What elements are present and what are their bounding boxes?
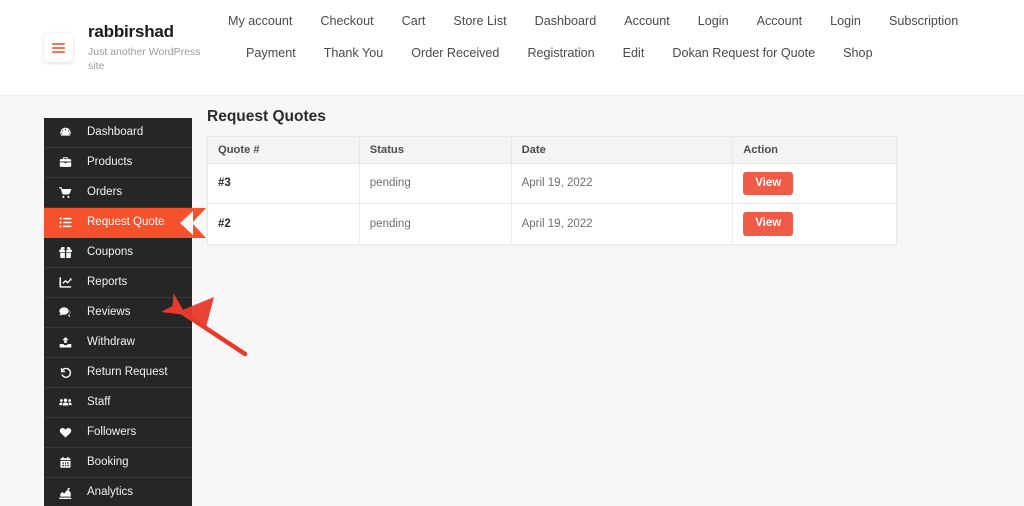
gift-icon: [59, 246, 81, 259]
nav-item-order-received[interactable]: Order Received: [411, 46, 499, 60]
page-title: Request Quotes: [207, 108, 326, 125]
heart-icon: [59, 426, 81, 439]
hamburger-icon: [52, 42, 65, 53]
cell-quote-number: #3: [207, 163, 360, 205]
nav-item-dokan-request-for-quote[interactable]: Dokan Request for Quote: [672, 46, 815, 60]
comments-icon: [59, 306, 81, 319]
sidebar-item-label: Reports: [87, 275, 128, 288]
sidebar-item-staff[interactable]: Staff: [44, 388, 192, 418]
briefcase-icon: [59, 156, 81, 169]
sidebar-item-label: Analytics: [87, 486, 134, 499]
sidebar-item-return-request[interactable]: Return Request: [44, 358, 192, 388]
sidebar-item-label: Withdraw: [87, 335, 135, 348]
request-quotes-table: Quote # Status Date Action #3 pending Apri…: [207, 135, 897, 245]
table-body: #3 pending April 19, 2022 View #2 pending Apri…: [207, 163, 897, 245]
dashboard-sidebar: Dashboard Products Orders Request Quote Coup…: [44, 118, 206, 506]
sidebar-item-label: Products: [87, 155, 133, 168]
sidebar-item-label: Booking: [87, 455, 129, 468]
sidebar-item-label: Coupons: [87, 245, 134, 258]
view-quote-button[interactable]: View: [743, 212, 794, 236]
sidebar-item-label: Staff: [87, 395, 111, 408]
gauge-icon: [59, 126, 81, 139]
sidebar-item-coupons[interactable]: Coupons: [44, 238, 192, 268]
sidebar-item-booking[interactable]: Booking: [44, 448, 192, 478]
sidebar-item-reports[interactable]: Reports: [44, 268, 192, 298]
table-head: Quote # Status Date Action: [207, 136, 897, 164]
calendar-icon: [59, 456, 81, 469]
nav-row-primary: My account Checkout Cart Store List Dashboar…: [228, 0, 1024, 28]
main-panel: Request Quotes Quote # Status Date Actio…: [207, 108, 897, 245]
table-row: #2 pending April 19, 2022 View: [207, 203, 897, 245]
nav-row-secondary: Payment Thank You Order Received Registrati…: [228, 28, 1024, 60]
nav-item-account[interactable]: Account: [624, 15, 670, 28]
cell-date: April 19, 2022: [511, 163, 734, 205]
page-content: Dashboard Products Orders Request Quote Coup…: [0, 96, 1024, 506]
site-tagline: Just another WordPress site: [88, 45, 201, 72]
column-header-action[interactable]: Action: [732, 136, 897, 164]
sidebar-item-products[interactable]: Products: [44, 148, 192, 178]
cell-action: View: [732, 163, 897, 205]
sidebar-item-orders[interactable]: Orders: [44, 178, 192, 208]
chart-area-icon: [59, 487, 81, 500]
site-title: rabbirshad: [88, 22, 174, 41]
cell-action: View: [733, 204, 897, 245]
users-icon: [59, 396, 81, 409]
nav-item-login[interactable]: Login: [830, 15, 861, 28]
sidebar-item-analytics[interactable]: Analytics: [44, 478, 192, 506]
sidebar-item-label: Request Quote: [87, 215, 165, 228]
nav-item-shop[interactable]: Shop: [843, 46, 872, 60]
nav-item-payment[interactable]: Payment: [246, 46, 296, 60]
table-header-row: Quote # Status Date Action: [207, 136, 897, 164]
nav-item-my-account[interactable]: My account: [228, 15, 292, 28]
column-header-date[interactable]: Date: [511, 136, 734, 164]
sidebar-item-withdraw[interactable]: Withdraw: [44, 328, 192, 358]
shopping-cart-icon: [59, 186, 81, 199]
cell-date: April 19, 2022: [511, 203, 734, 245]
sidebar-item-label: Followers: [87, 425, 137, 438]
view-quote-button[interactable]: View: [743, 171, 794, 196]
sidebar-item-label: Dashboard: [87, 125, 144, 138]
sidebar-item-label: Return Request: [87, 365, 168, 378]
undo-arrow-icon: [59, 366, 81, 379]
sidebar-item-label: Orders: [87, 185, 123, 198]
nav-item-edit[interactable]: Edit: [623, 46, 645, 60]
nav-item-account[interactable]: Account: [757, 15, 803, 28]
sidebar-item-label: Reviews: [87, 305, 131, 318]
list-icon: [59, 216, 81, 229]
nav-item-checkout[interactable]: Checkout: [320, 15, 373, 28]
site-header: rabbirshad Just another WordPress site M…: [0, 0, 1024, 96]
cell-status: pending: [359, 163, 512, 205]
sidebar-item-request-quote[interactable]: Request Quote: [44, 208, 206, 238]
primary-navigation: My account Checkout Cart Store List Dashboar…: [228, 0, 1024, 59]
chart-line-icon: [59, 276, 81, 289]
cell-quote-number: #2: [207, 203, 360, 245]
cell-status: pending: [359, 203, 512, 245]
nav-item-dashboard[interactable]: Dashboard: [535, 15, 597, 28]
column-header-status[interactable]: Status: [359, 136, 512, 164]
nav-item-subscription[interactable]: Subscription: [889, 15, 958, 28]
table-row: #3 pending April 19, 2022 View: [207, 163, 897, 205]
hamburger-menu-button[interactable]: [44, 33, 73, 62]
nav-item-registration[interactable]: Registration: [527, 46, 594, 60]
sidebar-item-dashboard[interactable]: Dashboard: [44, 118, 192, 148]
nav-item-login[interactable]: Login: [698, 15, 729, 28]
nav-item-store-list[interactable]: Store List: [453, 15, 506, 28]
sidebar-item-followers[interactable]: Followers: [44, 418, 192, 448]
active-item-notch: [180, 210, 193, 235]
site-branding[interactable]: rabbirshad Just another WordPress site: [88, 22, 206, 73]
column-header-quote[interactable]: Quote #: [207, 136, 360, 164]
sidebar-item-reviews[interactable]: Reviews: [44, 298, 192, 328]
upload-icon: [59, 336, 81, 349]
nav-item-thank-you[interactable]: Thank You: [324, 46, 384, 60]
nav-item-cart[interactable]: Cart: [402, 15, 426, 28]
